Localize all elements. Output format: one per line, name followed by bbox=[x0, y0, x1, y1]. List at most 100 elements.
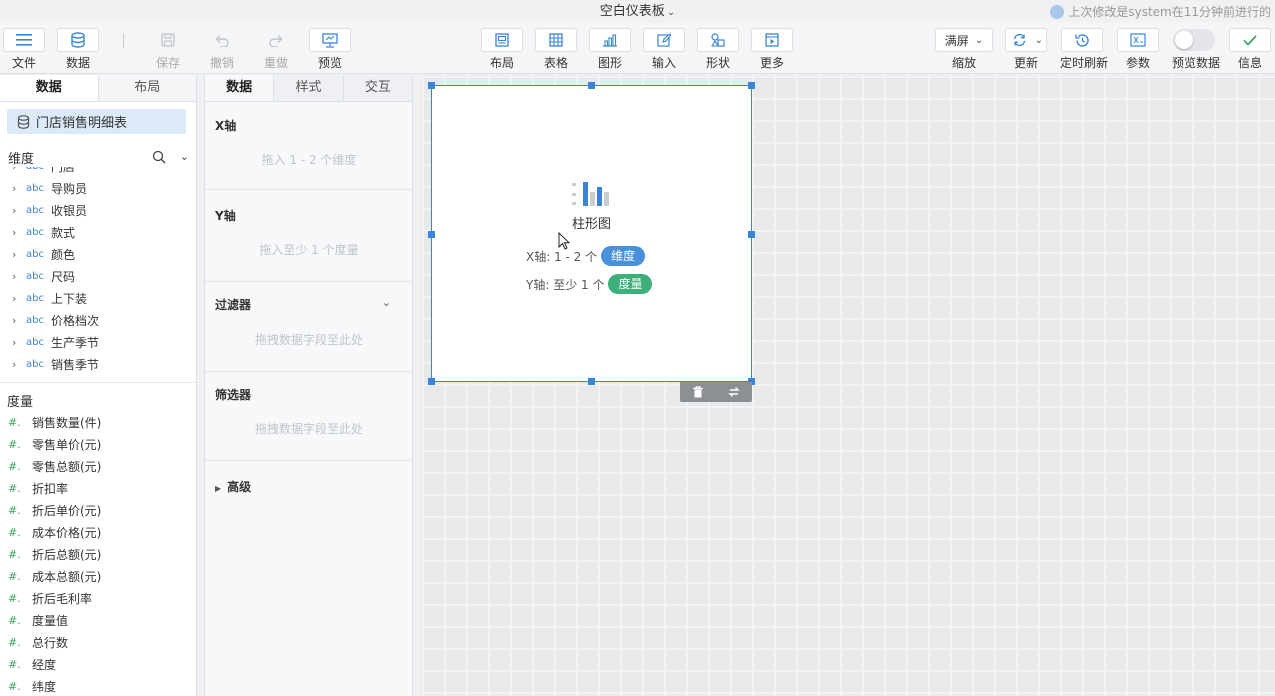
measure-label: 折后总额(元) bbox=[32, 547, 102, 562]
info-button[interactable]: 信息 bbox=[1228, 28, 1272, 71]
file-button[interactable]: 文件 bbox=[2, 28, 46, 71]
layout-button[interactable]: 布局 bbox=[480, 28, 524, 71]
shape-button[interactable]: 形状 bbox=[696, 28, 740, 71]
measure-item[interactable]: #. 折后单价(元) bbox=[0, 499, 196, 521]
chevron-right-icon[interactable]: › bbox=[12, 182, 22, 195]
chevron-right-icon[interactable]: › bbox=[12, 336, 22, 349]
zoom-control[interactable]: 满屏 ⌄ 缩放 bbox=[934, 28, 994, 71]
preview-data-toggle[interactable]: 预览数据 bbox=[1172, 28, 1220, 71]
tab-data-config[interactable]: 数据 bbox=[205, 75, 274, 101]
resize-handle-e[interactable] bbox=[748, 231, 755, 238]
filter-section[interactable]: 过滤器 ⌄ 拖拽数据字段至此处 bbox=[205, 296, 413, 372]
numeric-type-icon: #. bbox=[8, 459, 21, 473]
filter-drop-hint: 拖拽数据字段至此处 bbox=[254, 333, 363, 347]
chevron-right-icon[interactable]: › bbox=[12, 226, 22, 239]
measure-item[interactable]: #. 经度 bbox=[0, 653, 196, 675]
resize-handle-w[interactable] bbox=[428, 231, 435, 238]
preview-button[interactable]: 预览 bbox=[308, 28, 352, 71]
measure-item[interactable]: #. 零售单价(元) bbox=[0, 433, 196, 455]
table-button[interactable]: 表格 bbox=[534, 28, 578, 71]
measure-item[interactable]: #. 零售总额(元) bbox=[0, 455, 196, 477]
dimension-label: 价格档次 bbox=[51, 313, 100, 328]
input-button[interactable]: 输入 bbox=[642, 28, 686, 71]
chevron-right-icon[interactable]: › bbox=[12, 248, 22, 261]
dimension-item[interactable]: › abc 生产季节 bbox=[0, 331, 196, 353]
redo-icon bbox=[255, 28, 297, 52]
measure-item[interactable]: #. 总行数 bbox=[0, 631, 196, 653]
measure-item[interactable]: #. 成本总额(元) bbox=[0, 565, 196, 587]
refresh-label: 更新 bbox=[1013, 56, 1038, 70]
chevron-down-icon[interactable]: ⌄ bbox=[1035, 35, 1043, 46]
redo-button[interactable]: 重做 bbox=[254, 28, 298, 71]
zoom-select[interactable]: 满屏 ⌄ bbox=[935, 28, 993, 52]
dimension-item[interactable]: › abc 收银员 bbox=[0, 199, 196, 221]
more-button[interactable]: 更多 bbox=[750, 28, 794, 71]
tab-layout[interactable]: 布局 bbox=[98, 75, 196, 101]
x-axis-section[interactable]: X轴 拖入 1 - 2 个维度 bbox=[205, 117, 413, 190]
tab-style[interactable]: 样式 bbox=[273, 75, 343, 101]
tab-data[interactable]: 数据 bbox=[0, 75, 99, 101]
dimension-item[interactable]: › abc 尺码 bbox=[0, 265, 196, 287]
numeric-type-icon: #. bbox=[8, 591, 21, 605]
resize-handle-n[interactable] bbox=[588, 82, 595, 89]
measure-label: 纬度 bbox=[32, 679, 57, 694]
zoom-label: 缩放 bbox=[951, 56, 976, 70]
chevron-down-icon[interactable]: ⌄ bbox=[180, 150, 189, 164]
chart-widget[interactable]: 柱形图 X轴: 1 - 2 个 维度 Y轴: 至少 1 个 度量 bbox=[428, 82, 755, 385]
dataset-item[interactable]: 门店销售明细表 bbox=[7, 109, 186, 134]
chevron-right-icon[interactable]: › bbox=[12, 358, 22, 371]
save-button[interactable]: 保存 bbox=[146, 28, 190, 71]
measure-item[interactable]: #. 成本价格(元) bbox=[0, 521, 196, 543]
search-icon[interactable] bbox=[152, 150, 166, 164]
measure-item[interactable]: #. 折扣率 bbox=[0, 477, 196, 499]
dimension-label: 导购员 bbox=[51, 181, 88, 196]
dimension-item[interactable]: › abc 上下装 bbox=[0, 287, 196, 309]
chevron-right-icon[interactable]: › bbox=[12, 204, 22, 217]
resize-handle-ne[interactable] bbox=[748, 82, 755, 89]
redo-label: 重做 bbox=[263, 56, 288, 70]
chart-type-name: 柱形图 bbox=[571, 217, 611, 232]
chart-button[interactable]: 图形 bbox=[588, 28, 632, 71]
dimension-item[interactable]: › abc 导购员 bbox=[0, 177, 196, 199]
advanced-toggle[interactable]: ▶ 高级 bbox=[215, 478, 251, 495]
measure-item[interactable]: #. 度量值 bbox=[0, 609, 196, 631]
chevron-down-icon: ⌄ bbox=[974, 34, 984, 46]
chevron-right-icon[interactable]: › bbox=[12, 314, 22, 327]
params-button[interactable]: 参数 bbox=[1116, 28, 1160, 71]
y-axis-section[interactable]: Y轴 拖入至少 1 个度量 bbox=[205, 207, 413, 282]
timed-refresh-button[interactable]: 定时刷新 bbox=[1060, 28, 1108, 71]
chevron-right-icon[interactable]: › bbox=[12, 270, 22, 283]
bar-chart-icon bbox=[589, 28, 631, 52]
resize-handle-nw[interactable] bbox=[428, 82, 435, 89]
chevron-down-icon[interactable]: ⌄ bbox=[382, 296, 391, 309]
dimension-item[interactable]: › abc 价格档次 bbox=[0, 309, 196, 331]
measure-item[interactable]: #. 折后总额(元) bbox=[0, 543, 196, 565]
dimension-item[interactable]: › abc 销售季节 bbox=[0, 353, 196, 375]
dimension-item[interactable]: › abc门店 bbox=[0, 167, 196, 177]
measure-item[interactable]: #. 销售数量(件) bbox=[0, 411, 196, 433]
refresh-button[interactable]: ⌄ 更新 bbox=[1004, 28, 1048, 71]
chevron-right-icon[interactable]: › bbox=[12, 292, 22, 305]
selector-section[interactable]: 筛选器 拖拽数据字段至此处 bbox=[205, 386, 413, 461]
resize-handle-sw[interactable] bbox=[428, 378, 435, 385]
undo-button[interactable]: 撤销 bbox=[200, 28, 244, 71]
delete-icon[interactable] bbox=[692, 386, 704, 398]
resize-handle-s[interactable] bbox=[588, 378, 595, 385]
measure-item[interactable]: #. 折后毛利率 bbox=[0, 587, 196, 609]
refresh-control[interactable]: ⌄ bbox=[1005, 28, 1047, 52]
swap-icon[interactable] bbox=[728, 386, 740, 398]
dimension-label: 款式 bbox=[51, 225, 76, 240]
measure-item[interactable]: #. 纬度 bbox=[0, 675, 196, 696]
chevron-right-icon[interactable]: › bbox=[12, 167, 22, 173]
input-label: 输入 bbox=[651, 56, 676, 70]
measure-pill: 度量 bbox=[608, 274, 653, 294]
dimension-item[interactable]: › abc 款式 bbox=[0, 221, 196, 243]
tab-interact[interactable]: 交互 bbox=[342, 75, 412, 101]
dimension-item[interactable]: › abc 颜色 bbox=[0, 243, 196, 265]
measure-label: 折扣率 bbox=[32, 481, 69, 496]
section-divider bbox=[0, 382, 197, 383]
data-button[interactable]: 数据 bbox=[56, 28, 100, 71]
preview-data-switch[interactable] bbox=[1173, 29, 1215, 51]
dimensions-label: 维度 bbox=[8, 151, 35, 167]
string-type-icon: abc bbox=[26, 204, 44, 216]
